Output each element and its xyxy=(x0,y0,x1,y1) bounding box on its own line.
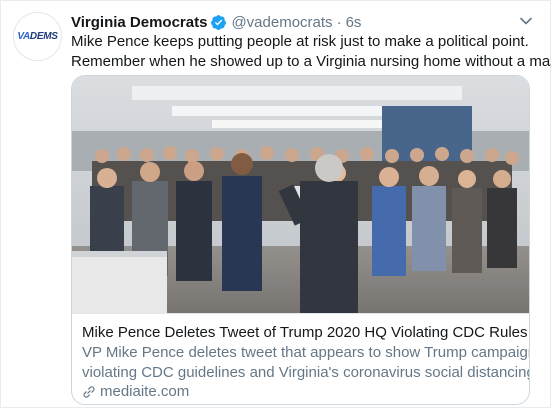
separator-dot: · xyxy=(336,13,342,31)
chevron-down-icon[interactable] xyxy=(519,14,533,28)
link-card[interactable]: Mike Pence Deletes Tweet of Trump 2020 H… xyxy=(71,75,530,405)
author-name[interactable]: Virginia Democrats xyxy=(71,14,207,31)
card-domain[interactable]: mediaite.com xyxy=(100,382,189,401)
card-description: VP Mike Pence deletes tweet that appears… xyxy=(82,343,530,382)
tweet-text-line: Mike Pence keeps putting people at risk … xyxy=(71,33,529,50)
card-body: Mike Pence Deletes Tweet of Trump 2020 H… xyxy=(72,315,529,401)
tweet[interactable]: VADEMS Virginia Democrats @vademocrats ·… xyxy=(0,0,551,408)
card-description-line: violating CDC guidelines and Virginia's … xyxy=(82,363,530,381)
link-icon xyxy=(83,385,95,398)
avatar-logo: VADEMS xyxy=(17,31,58,42)
card-domain-row[interactable]: mediaite.com xyxy=(82,382,519,401)
card-title[interactable]: Mike Pence Deletes Tweet of Trump 2020 H… xyxy=(82,323,528,342)
campaign-office-photo xyxy=(72,76,529,313)
avatar[interactable]: VADEMS xyxy=(13,12,62,61)
author-handle[interactable]: @vademocrats xyxy=(231,14,332,31)
tweet-text-line: Remember when he showed up to a Virginia… xyxy=(71,52,551,70)
card-description-line: VP Mike Pence deletes tweet that appears… xyxy=(82,344,530,361)
verified-badge-icon xyxy=(211,14,227,30)
timestamp[interactable]: 6s xyxy=(346,14,362,31)
tweet-header: Virginia Democrats @vademocrats · 6s xyxy=(71,12,361,32)
tweet-text: Mike Pence keeps putting people at risk … xyxy=(71,32,551,71)
card-image[interactable] xyxy=(72,76,529,314)
